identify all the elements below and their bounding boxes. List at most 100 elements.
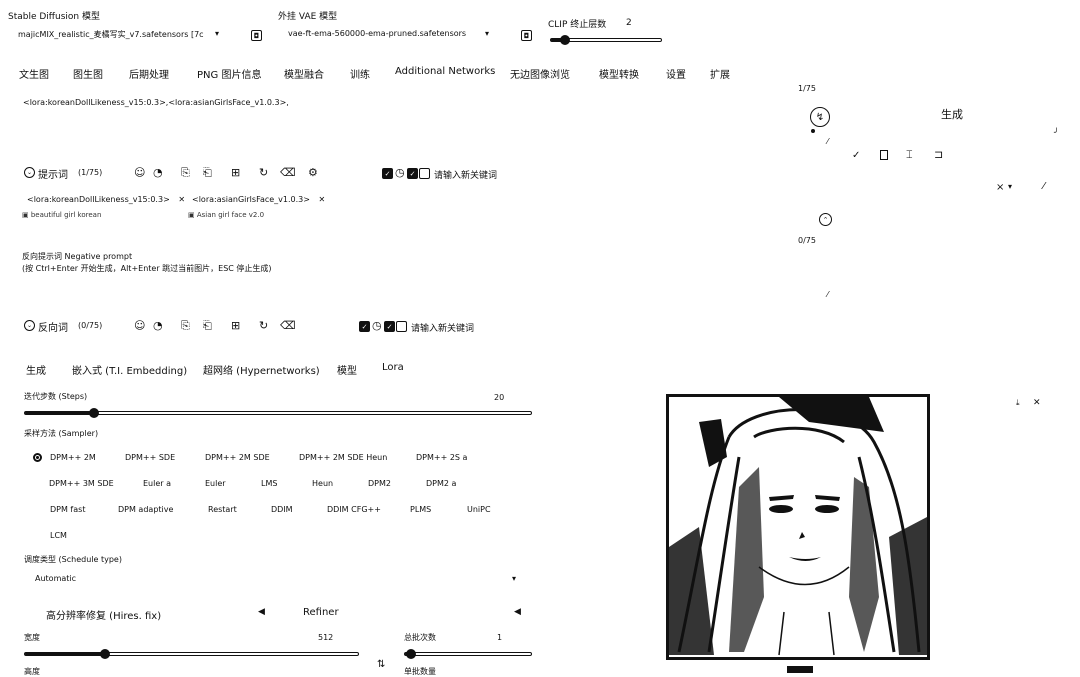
swap-dimensions-icon[interactable]: ⇅ [377, 659, 385, 670]
width-slider[interactable] [24, 649, 359, 659]
width-value[interactable]: 512 [318, 633, 333, 642]
checkbox-icon[interactable]: ✓ [359, 321, 370, 332]
sampler-option[interactable]: DPM++ 2S a [416, 453, 467, 462]
clock-icon[interactable]: ◷ [372, 320, 382, 331]
translate-icon[interactable]: ⊞ [231, 320, 240, 331]
tab-extras[interactable]: 后期处理 [129, 66, 169, 81]
sampler-option[interactable]: DPM++ SDE [125, 453, 175, 462]
paste-icon[interactable]: ⎗ [203, 320, 212, 331]
trash-icon[interactable]: ⌶ [906, 148, 913, 162]
tab-train[interactable]: 训练 [350, 66, 370, 81]
check-icon[interactable]: ✓ [852, 150, 860, 161]
save-style-icon[interactable]: ⊐ [934, 148, 943, 161]
collapse-up-icon[interactable]: ⌃ [819, 213, 832, 226]
prompt-input[interactable]: <lora:koreanDollLikeness_v15:0.3>,<lora:… [23, 98, 289, 107]
steps-slider[interactable] [24, 408, 532, 418]
checkbox-icon[interactable]: ✓ [407, 168, 418, 179]
clip-slider-handle[interactable] [560, 35, 570, 45]
output-image[interactable] [666, 394, 930, 660]
subtab-generation[interactable]: 生成 [26, 362, 46, 377]
negative-collapse-icon[interactable]: ⌄ [24, 320, 35, 331]
subtab-lora[interactable]: Lora [382, 362, 404, 373]
sampler-option[interactable]: DPM2 [368, 479, 391, 488]
sampler-option[interactable]: DPM2 a [426, 479, 456, 488]
tab-model-converter[interactable]: 模型转换 [599, 66, 639, 81]
copy-icon[interactable]: ⎘ [181, 320, 190, 331]
tab-image-browser[interactable]: 无边图像浏览 [510, 66, 570, 81]
steps-value[interactable]: 20 [494, 393, 504, 402]
refresh-icon[interactable]: ↻ [259, 320, 268, 331]
checkbox-icon[interactable] [419, 168, 430, 179]
sampler-option[interactable]: DDIM CFG++ [327, 505, 381, 514]
subtab-checkpoints[interactable]: 模型 [337, 362, 357, 377]
vae-select[interactable]: vae-ft-ema-560000-ema-pruned.safetensors… [288, 29, 493, 43]
schedule-select[interactable]: Automatic ▾ [35, 574, 520, 586]
sampler-option[interactable]: Euler a [143, 479, 171, 488]
refresh-model-icon[interactable]: ◘ [251, 30, 262, 41]
settings-icon[interactable]: ⚙ [308, 167, 318, 178]
sampler-option[interactable]: DPM adaptive [118, 505, 173, 514]
negative-prompt-input[interactable]: (按 Ctrl+Enter 开始生成，Alt+Enter 跳过当前图片，ESC … [22, 263, 272, 274]
lora-chip[interactable]: <lora:koreanDollLikeness_v15:0.3> ✕ [27, 195, 185, 204]
sampler-option[interactable]: DPM++ 2M SDE Heun [299, 453, 387, 462]
sampler-option[interactable]: PLMS [410, 505, 431, 514]
tab-additional-networks[interactable]: Additional Networks [395, 66, 495, 77]
interrupt-icon[interactable]: ↯ [810, 107, 830, 127]
refresh-vae-icon[interactable]: ◘ [521, 30, 532, 41]
collapse-left-icon[interactable]: ◀ [258, 607, 265, 617]
steps-slider-handle[interactable] [89, 408, 99, 418]
refiner-toggle[interactable]: Refiner [303, 607, 339, 618]
refresh-icon[interactable]: ↻ [259, 167, 268, 178]
sampler-option[interactable]: LMS [261, 479, 277, 488]
model-select[interactable]: majicMIX_realistic_麦橘写实_v7.safetensors [… [18, 29, 223, 43]
tab-img2img[interactable]: 图生图 [73, 66, 103, 81]
download-icon[interactable]: ⤓ [1016, 398, 1020, 408]
close-icon[interactable]: ✕ [319, 195, 326, 204]
trash-icon[interactable]: ⌫ [280, 320, 296, 331]
clock-icon[interactable]: ◷ [395, 167, 405, 178]
chevron-down-icon[interactable]: ▾ [1008, 182, 1012, 191]
batch-count-slider-handle[interactable] [406, 649, 416, 659]
tab-checkpoint-merger[interactable]: 模型融合 [284, 66, 324, 81]
width-slider-handle[interactable] [100, 649, 110, 659]
sampler-option[interactable]: DPM fast [50, 505, 85, 514]
sampler-option[interactable]: Euler [205, 479, 226, 488]
batch-count-slider[interactable] [404, 649, 532, 659]
copy-icon[interactable]: ⎘ [181, 167, 190, 178]
paste-icon[interactable]: ⎗ [203, 167, 212, 178]
subtab-hypernetworks[interactable]: 超网络 (Hypernetworks) [203, 362, 320, 377]
edit-icon[interactable]: ⁄ [1043, 181, 1045, 192]
tab-png-info[interactable]: PNG 图片信息 [197, 66, 261, 81]
negative-keyword-input[interactable]: 请输入新关键词 [411, 321, 474, 334]
sampler-option[interactable]: DPM++ 2M [50, 453, 96, 462]
tab-settings[interactable]: 设置 [666, 66, 686, 81]
collapse-left-icon[interactable]: ◀ [514, 607, 521, 617]
clipboard-icon[interactable] [880, 150, 888, 160]
sampler-option[interactable]: Heun [312, 479, 333, 488]
sampler-option[interactable]: Restart [208, 505, 237, 514]
trash-icon[interactable]: ⌫ [280, 167, 296, 178]
radio-selected-icon[interactable] [33, 453, 42, 462]
emoji-icon[interactable]: ☺ [134, 167, 145, 178]
generate-button[interactable]: 生成 [941, 106, 963, 122]
tab-txt2img[interactable]: 文生图 [19, 66, 49, 81]
emoji-icon[interactable]: ☺ [134, 320, 145, 331]
checkbox-icon[interactable] [396, 321, 407, 332]
checkbox-icon[interactable]: ✓ [384, 321, 395, 332]
subtab-embedding[interactable]: 嵌入式 (T.I. Embedding) [72, 362, 187, 377]
lora-chip[interactable]: <lora:asianGirlsFace_v1.0.3> ✕ [192, 195, 325, 204]
translate-icon[interactable]: ⊞ [231, 167, 240, 178]
history-icon[interactable]: ◔ [153, 167, 163, 178]
gallery-thumbnail[interactable] [787, 666, 813, 673]
history-icon[interactable]: ◔ [153, 320, 163, 331]
sampler-option[interactable]: DDIM [271, 505, 293, 514]
batch-count-value[interactable]: 1 [497, 633, 502, 642]
clip-slider[interactable] [550, 35, 662, 45]
tab-extensions[interactable]: 扩展 [710, 66, 730, 81]
close-icon[interactable]: ✕ [1033, 398, 1041, 408]
close-icon[interactable]: × [996, 182, 1004, 193]
sampler-option[interactable]: DPM++ 3M SDE [49, 479, 114, 488]
sampler-option[interactable]: LCM [50, 531, 67, 540]
close-icon[interactable]: ✕ [178, 195, 185, 204]
checkbox-icon[interactable]: ✓ [382, 168, 393, 179]
